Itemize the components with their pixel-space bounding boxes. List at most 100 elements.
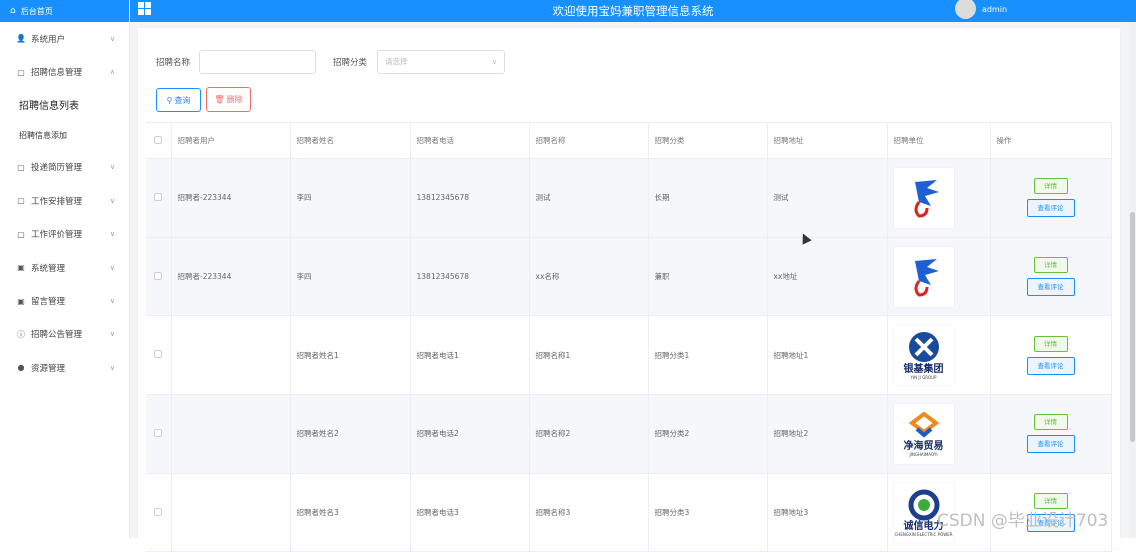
column-header: 招聘者用户 — [171, 122, 291, 159]
sidebar-item-resources[interactable]: ● 资源管理 ∨ — [0, 351, 129, 384]
table-row[interactable]: 招聘者姓名1 招聘者电话1 招聘名称1 招聘分类1 招聘地址1 银基集团 YIN… — [146, 315, 1112, 396]
cell-actions: 详情 查看评论 — [990, 394, 1112, 474]
eagle-logo-icon — [914, 179, 939, 218]
category-select[interactable]: 请选择 ∨ — [377, 50, 505, 74]
main-area: 招聘名称 招聘分类 请选择 ∨ ⚲ 查询 🗑 删除 招聘者用户 招聘者姓名 招聘… — [130, 22, 1136, 552]
cell-phone: 招聘者电话1 — [410, 315, 530, 396]
logo-text: 银基集团 — [903, 364, 944, 376]
table-row[interactable]: 招聘者-223344 李四 13812345678 xx名称 兼职 xx地址 详… — [146, 237, 1112, 317]
chevron-down-icon: ∨ — [109, 330, 115, 339]
doc-icon: ▢ — [17, 162, 25, 172]
search-button[interactable]: ⚲ 查询 — [156, 88, 201, 112]
cell-title: 招聘名称3 — [529, 473, 649, 552]
view-comments-button[interactable]: 查看评论 — [1026, 199, 1075, 218]
row-checkbox[interactable] — [154, 507, 163, 516]
row-check-cell[interactable] — [146, 158, 172, 238]
sidebar-item-system-user[interactable]: 👤 系统用户 ∨ — [0, 22, 129, 55]
cell-category: 招聘分类1 — [648, 315, 768, 396]
table-row[interactable]: 招聘者姓名2 招聘者电话2 招聘名称2 招聘分类2 招聘地址2 净海贸易 JIN… — [146, 394, 1112, 474]
sidebar-item-recruit-info[interactable]: ▢ 招聘信息管理 ∧ — [0, 55, 129, 88]
row-checkbox[interactable] — [154, 428, 163, 437]
cell-address: 招聘地址1 — [767, 315, 888, 396]
eagle-logo — [893, 167, 954, 228]
cell-address: 招聘地址3 — [767, 473, 888, 552]
sidebar-item-work-review[interactable]: ▢ 工作评价管理 ∨ — [0, 218, 129, 251]
image-icon: ▣ — [17, 263, 25, 273]
search-button-label: 查询 — [174, 95, 191, 105]
cell-category: 招聘分类3 — [648, 473, 768, 552]
image-icon: ▣ — [17, 296, 25, 306]
select-all-cell[interactable] — [146, 122, 172, 159]
row-check-cell[interactable] — [146, 394, 172, 474]
cell-phone: 13812345678 — [410, 237, 530, 317]
recruit-table: 招聘者用户 招聘者姓名 招聘者电话 招聘名称 招聘分类 招聘地址 招聘单位 操作… — [146, 122, 1112, 552]
view-comments-button[interactable]: 查看评论 — [1026, 356, 1075, 375]
chengxin-logo-icon — [908, 489, 939, 521]
row-checkbox[interactable] — [154, 271, 163, 280]
column-header: 招聘地址 — [767, 122, 888, 159]
sidebar-subitem-label: 招聘信息列表 — [19, 100, 79, 112]
row-check-cell[interactable] — [146, 315, 172, 396]
chevron-down-icon: ∨ — [109, 34, 115, 43]
search-icon: ⚲ — [166, 95, 173, 105]
column-header: 招聘者电话 — [410, 122, 530, 159]
column-header: 招聘者姓名 — [290, 122, 411, 159]
sidebar-item-system[interactable]: ▣ 系统管理 ∨ — [0, 251, 129, 284]
sidebar-item-label: 工作评价管理 — [31, 230, 83, 241]
sidebar-home[interactable]: ⌂ 后台首页 — [0, 0, 129, 22]
scrollbar[interactable] — [1129, 22, 1136, 538]
cell-name: 招聘者姓名3 — [290, 473, 411, 552]
detail-button[interactable]: 详情 — [1033, 335, 1068, 352]
chevron-up-icon: ∧ — [109, 68, 115, 77]
name-label: 招聘名称 — [156, 58, 191, 68]
cell-title: 测试 — [529, 158, 649, 238]
cell-address: 测试 — [767, 158, 888, 238]
cell-address: xx地址 — [767, 237, 888, 317]
cell-category: 长期 — [648, 158, 768, 238]
row-checkbox[interactable] — [154, 192, 163, 201]
cell-name: 招聘者姓名1 — [290, 315, 411, 396]
cell-company — [887, 158, 991, 238]
home-icon: ⌂ — [10, 6, 16, 16]
sidebar-item-work-schedule[interactable]: ▢ 工作安排管理 ∨ — [0, 184, 129, 217]
sidebar-item-label: 投递简历管理 — [31, 163, 83, 174]
sidebar-item-messages[interactable]: ▣ 留言管理 ∨ — [0, 284, 129, 317]
sidebar-item-label: 系统用户 — [31, 34, 66, 45]
column-header: 招聘分类 — [648, 122, 768, 159]
logo-subtext: YIN JI GROUP — [910, 375, 937, 381]
chevron-down-icon: ∨ — [109, 163, 115, 172]
sidebar-subitem-label: 招聘信息添加 — [19, 130, 67, 140]
row-check-cell[interactable] — [146, 473, 172, 552]
sidebar-item-label: 资源管理 — [31, 363, 66, 374]
cell-user — [171, 473, 291, 552]
sidebar-subitem-recruit-list[interactable]: 招聘信息列表 — [0, 88, 129, 120]
sidebar-item-resume[interactable]: ▢ 投递简历管理 ∨ — [0, 151, 129, 184]
detail-button[interactable]: 详情 — [1033, 257, 1068, 274]
username[interactable]: admin — [982, 5, 1007, 14]
user-icon: 👤 — [16, 34, 26, 44]
watermark: CSDN @毕业设计703 — [937, 511, 1109, 531]
yinji-logo: 银基集团 YIN JI GROUP — [893, 325, 954, 386]
cell-title: 招聘名称2 — [529, 394, 649, 474]
scrollbar-thumb[interactable] — [1130, 212, 1135, 442]
detail-button[interactable]: 详情 — [1033, 178, 1068, 195]
view-comments-button[interactable]: 查看评论 — [1026, 435, 1075, 454]
sidebar-item-announcements[interactable]: ⓘ 招聘公告管理 ∨ — [0, 318, 129, 351]
row-check-cell[interactable] — [146, 237, 172, 317]
name-input[interactable] — [199, 50, 316, 74]
cell-company — [887, 237, 991, 317]
chevron-down-icon: ∨ — [109, 363, 115, 372]
column-header: 招聘名称 — [529, 122, 649, 159]
cell-company: 净海贸易 JINGHAIMAOYI — [887, 394, 991, 474]
delete-button[interactable]: 🗑 删除 — [206, 87, 251, 112]
cell-name: 招聘者姓名2 — [290, 394, 411, 474]
cell-category: 招聘分类2 — [648, 394, 768, 474]
table-row[interactable]: 招聘者-223344 李四 13812345678 测试 长期 测试 详情 查看… — [146, 158, 1112, 238]
detail-button[interactable]: 详情 — [1033, 414, 1068, 431]
top-bar: 欢迎使用宝妈兼职管理信息系统 admin — [130, 0, 1136, 22]
category-placeholder: 请选择 — [385, 57, 408, 66]
select-all-checkbox[interactable] — [154, 135, 163, 144]
sidebar-subitem-recruit-add[interactable]: 招聘信息添加 — [0, 119, 129, 151]
row-checkbox[interactable] — [154, 350, 163, 359]
view-comments-button[interactable]: 查看评论 — [1026, 278, 1075, 297]
